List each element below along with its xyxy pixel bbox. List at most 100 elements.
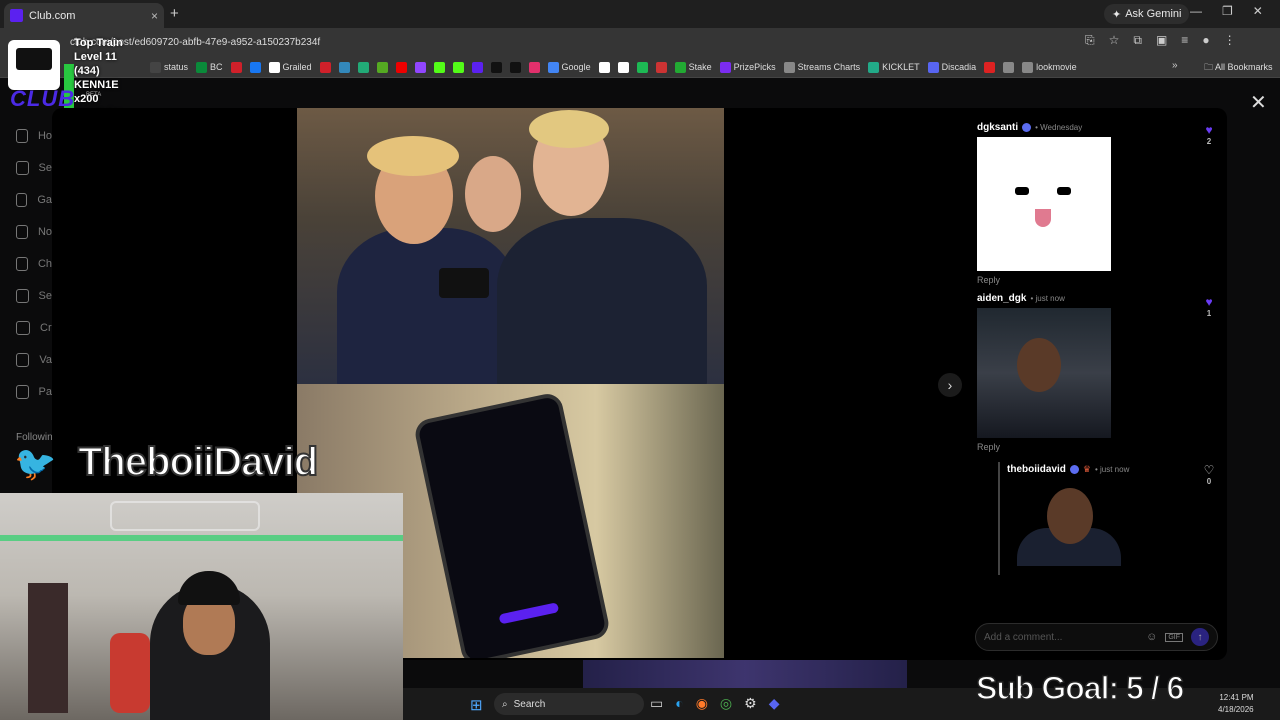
chrome-icon[interactable]: ◎ <box>720 695 732 712</box>
windows-start-icon[interactable]: ⊞ <box>470 696 483 714</box>
bookmark-item[interactable] <box>338 61 350 73</box>
like-button[interactable]: ♥ 1 <box>1202 295 1216 318</box>
extensions-icon[interactable]: ⧉ <box>1133 33 1142 48</box>
url-field[interactable]: club.com/post/ed609720-abfb-47e9-a952-a1… <box>70 32 1090 52</box>
train-stat-line: KENN1E x200 <box>74 79 119 105</box>
bookmark-favicon-icon <box>598 61 610 73</box>
sidebar-item-icon <box>16 129 28 143</box>
send-comment-button[interactable]: ↑ <box>1191 628 1209 646</box>
sidebar-item[interactable]: Se <box>0 152 52 184</box>
bookmark-item[interactable]: Google <box>547 61 591 73</box>
bookmark-item[interactable] <box>509 61 521 73</box>
maximize-button[interactable]: ❐ <box>1222 4 1233 18</box>
gif-person-head <box>1047 488 1093 544</box>
sidebar-item-label: Va <box>39 354 52 366</box>
bookmark-star-icon[interactable]: ☆ <box>1109 33 1120 48</box>
comment-username[interactable]: dgksanti <box>977 122 1018 133</box>
bookmark-item[interactable]: BC <box>196 61 223 73</box>
bookmark-item[interactable] <box>984 61 996 73</box>
like-button[interactable]: ♥ 2 <box>1202 123 1216 146</box>
sidebar-item[interactable]: Cr <box>0 312 52 344</box>
heart-filled-icon: ♥ <box>1205 295 1213 309</box>
bookmark-item[interactable]: Stake <box>674 61 712 73</box>
sidebar-item[interactable]: Va <box>0 344 52 376</box>
comment-gif-laughing[interactable] <box>1007 478 1131 566</box>
bookmark-favicon-icon <box>674 61 686 73</box>
bookmark-item[interactable]: PrizePicks <box>719 61 776 73</box>
bookmarks-overflow-icon[interactable]: » <box>1172 60 1178 71</box>
bookmark-item[interactable] <box>528 61 540 73</box>
like-button[interactable]: ♡ 0 <box>1202 463 1216 486</box>
reading-list-icon[interactable]: ≡ <box>1181 33 1188 48</box>
emoji-icon[interactable]: ☺ <box>1146 631 1157 643</box>
bookmark-item[interactable] <box>433 61 445 73</box>
sidebar-item[interactable]: No <box>0 216 52 248</box>
bookmark-item[interactable] <box>319 61 331 73</box>
settings-icon[interactable]: ⚙ <box>744 695 757 712</box>
reply-link[interactable]: Reply <box>977 275 1222 285</box>
sidebar-item[interactable]: Pa <box>0 376 52 408</box>
sidebar-item-label: Ga <box>37 194 52 206</box>
edge-icon[interactable]: ◐ <box>675 695 683 712</box>
comment-input[interactable]: Add a comment... ☺ GIF ↑ <box>975 623 1218 651</box>
bookmark-item[interactable] <box>617 61 629 73</box>
comment-header: theboiidavid ♛ • just now <box>1007 464 1129 475</box>
bookmark-item[interactable] <box>414 61 426 73</box>
sidebar-item[interactable]: Se <box>0 280 52 312</box>
bookmark-item[interactable]: Streams Charts <box>783 61 860 73</box>
bookmark-item[interactable] <box>655 61 667 73</box>
all-bookmarks-link[interactable]: 🗀 All Bookmarks <box>1204 60 1273 76</box>
task-view-icon[interactable]: ▭ <box>650 695 663 712</box>
bookmark-item[interactable] <box>1003 61 1015 73</box>
bookmark-item[interactable]: lookmovie <box>1022 61 1077 73</box>
bookmark-item[interactable] <box>230 61 242 73</box>
browser-tab[interactable]: Club.com × <box>4 3 164 28</box>
bookmark-item[interactable] <box>471 61 483 73</box>
sidebar-item-label: Se <box>38 290 52 302</box>
sidebar-item[interactable]: Ch <box>0 248 52 280</box>
bookmark-item[interactable] <box>636 61 648 73</box>
comment-gif-reaction[interactable] <box>977 308 1111 438</box>
bookmark-item[interactable]: status <box>150 61 189 73</box>
sidepanel-icon[interactable]: ▣ <box>1156 33 1167 48</box>
bookmark-item[interactable]: Grailed <box>268 61 312 73</box>
taskbar-search[interactable]: ⌕ Search <box>494 693 644 715</box>
reply-link[interactable]: Reply <box>977 442 1222 452</box>
sidebar-item[interactable]: Ga <box>0 184 52 216</box>
close-window-button[interactable]: ✕ <box>1253 4 1263 18</box>
gemini-sparkle-icon: ✦ <box>1112 8 1122 21</box>
bookmark-item[interactable] <box>357 61 369 73</box>
bookmark-item[interactable]: KICKLET <box>868 61 920 73</box>
comment-username[interactable]: theboiidavid <box>1007 464 1066 475</box>
bookmark-item[interactable] <box>598 61 610 73</box>
bookmark-favicon-icon <box>357 61 369 73</box>
bookmark-favicon-icon <box>150 61 161 73</box>
tab-close-icon[interactable]: × <box>151 9 158 23</box>
modal-close-button[interactable]: ✕ <box>1250 90 1267 115</box>
bookmark-item[interactable] <box>376 61 388 73</box>
bookmark-item[interactable] <box>249 61 261 73</box>
sidebar-item-label: Ch <box>37 258 52 270</box>
profile-avatar-icon[interactable]: ● <box>1202 33 1209 48</box>
sub-goal-overlay: Sub Goal: 5 / 6 <box>975 669 1185 707</box>
gif-button[interactable]: GIF <box>1165 632 1183 642</box>
taskbar-clock[interactable]: 12:41 PM 4/18/2026 <box>1218 692 1254 716</box>
firefox-icon[interactable]: ◉ <box>696 695 708 712</box>
next-media-button[interactable]: › <box>938 373 962 397</box>
comment-username[interactable]: aiden_dgk <box>977 293 1026 304</box>
bookmark-item[interactable] <box>490 61 502 73</box>
new-tab-button[interactable]: + <box>170 5 179 22</box>
bookmark-item[interactable]: Discadia <box>927 61 976 73</box>
sidebar-item[interactable]: Ho <box>0 120 52 152</box>
bookmark-item[interactable] <box>395 61 407 73</box>
menu-kebab-icon[interactable]: ⋮ <box>1224 33 1236 48</box>
minimize-button[interactable]: — <box>1190 4 1202 18</box>
install-app-icon[interactable]: ⎘ <box>1085 33 1095 48</box>
like-count: 1 <box>1206 309 1212 318</box>
window-controls: — ❐ ✕ <box>1190 4 1263 18</box>
bookmark-item[interactable] <box>452 61 464 73</box>
discord-icon[interactable]: ◆ <box>769 695 780 712</box>
bookmark-label: status <box>164 62 189 72</box>
ask-gemini-button[interactable]: ✦ Ask Gemini <box>1104 4 1190 24</box>
comment-gif-white-cat[interactable] <box>977 137 1111 271</box>
